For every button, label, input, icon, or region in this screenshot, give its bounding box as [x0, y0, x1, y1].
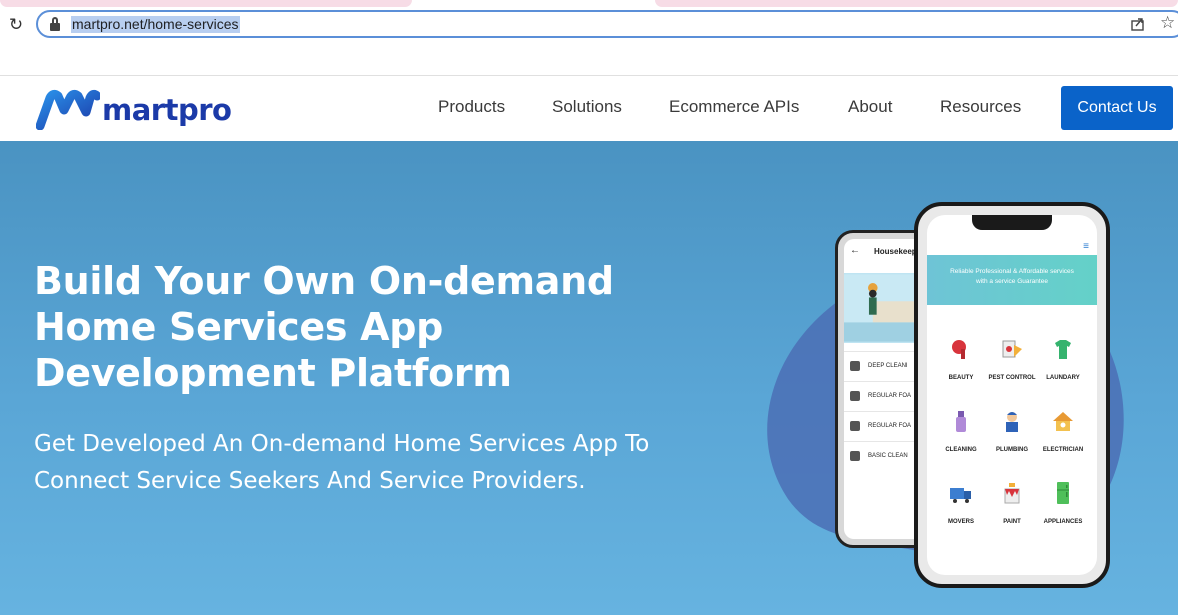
contact-us-button[interactable]: Contact Us — [1061, 86, 1173, 130]
hero-subline: Get Developed An On-demand Home Services… — [34, 431, 650, 494]
phone-banner: Reliable Professional & Affordable servi… — [927, 255, 1097, 305]
service-pest-control: PEST CONTROL — [984, 337, 1040, 397]
hero-headline: Build Your Own On-demand Home Services A… — [34, 259, 614, 395]
bookmark-star-icon[interactable]: ☆ — [1160, 13, 1175, 33]
share-icon[interactable] — [1130, 16, 1146, 32]
nav-solutions[interactable]: Solutions — [552, 97, 622, 117]
service-movers: MOVERS — [933, 481, 989, 541]
hair-dryer-icon — [952, 340, 966, 359]
service-beauty: BEAUTY — [933, 337, 989, 397]
nav-resources[interactable]: Resources — [940, 97, 1021, 117]
pest-spray-icon — [1002, 340, 1022, 358]
service-appliances: APPLIANCES — [1035, 481, 1091, 541]
phone-back-title: Housekeep — [874, 247, 917, 256]
site-header: martpro Products Solutions Ecommerce API… — [0, 76, 1178, 141]
service-paint: PAINT — [984, 481, 1040, 541]
browser-toolbar: ↻ martpro.net/home-services ☆ — [0, 8, 1178, 44]
nav-products[interactable]: Products — [438, 97, 505, 117]
browser-tab[interactable] — [655, 0, 1178, 7]
martpro-logo[interactable]: martpro — [35, 88, 236, 131]
browser-tab-strip — [0, 0, 1178, 8]
truck-icon — [950, 488, 971, 503]
logo-mark-icon — [35, 89, 102, 131]
hero-section: Build Your Own On-demand Home Services A… — [0, 141, 1178, 615]
hamburger-menu-icon: ≡ — [1083, 241, 1089, 252]
service-electrician: ELECTRICIAN — [1035, 409, 1091, 469]
service-icon — [850, 361, 860, 371]
service-laundary: LAUNDARY — [1035, 337, 1091, 397]
spray-bottle-icon — [956, 411, 966, 432]
back-arrow-icon: ← — [850, 245, 860, 256]
service-icon — [850, 451, 860, 461]
fridge-icon — [1057, 482, 1069, 504]
paint-bucket-icon — [1004, 483, 1020, 504]
service-plumbing: PLUMBING — [984, 409, 1040, 469]
phone-notch — [972, 215, 1052, 230]
logo-wordmark: martpro — [102, 93, 232, 127]
address-bar[interactable]: martpro.net/home-services ☆ — [36, 10, 1178, 38]
service-icon — [850, 421, 860, 431]
nav-ecommerce-apis[interactable]: Ecommerce APIs — [669, 97, 799, 117]
reload-icon[interactable]: ↻ — [6, 15, 26, 35]
service-cleaning: CLEANING — [933, 409, 989, 469]
plumber-icon — [1006, 412, 1018, 432]
url-text[interactable]: martpro.net/home-services — [71, 16, 240, 33]
page-top-spacer — [0, 44, 1178, 76]
service-icon — [850, 391, 860, 401]
tshirt-icon — [1055, 340, 1071, 359]
browser-tab[interactable] — [0, 0, 412, 7]
phone-mockup-front: ≡ Reliable Professional & Affordable ser… — [914, 202, 1110, 588]
lock-icon[interactable] — [50, 17, 60, 31]
house-bulb-icon — [1053, 412, 1073, 431]
nav-about[interactable]: About — [848, 97, 892, 117]
